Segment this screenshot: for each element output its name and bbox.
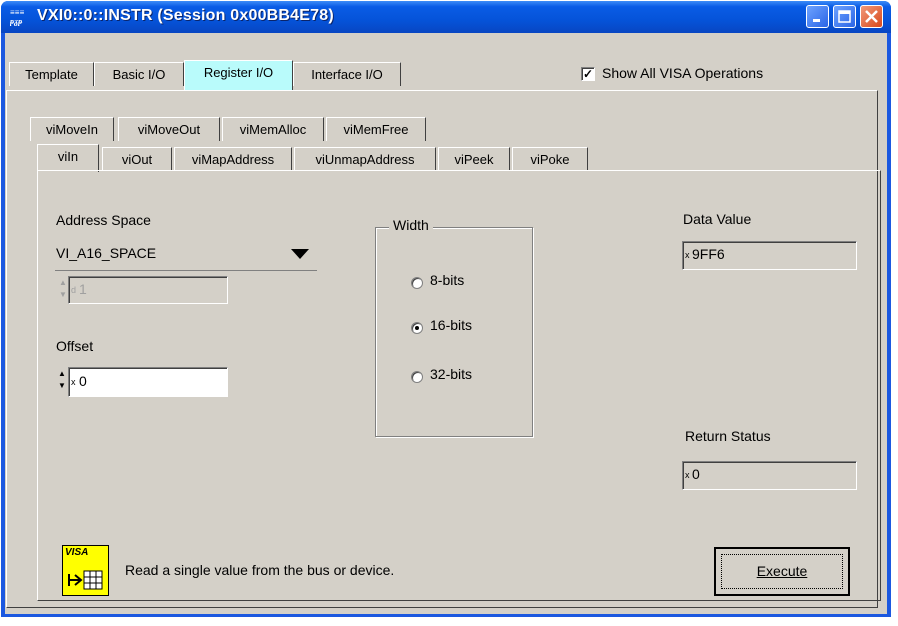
tab-vimovein[interactable]: viMoveIn xyxy=(30,117,114,141)
tab-vipoke[interactable]: viPoke xyxy=(512,147,588,171)
width-field-radix: d xyxy=(71,285,77,295)
radio-16-bits[interactable] xyxy=(411,322,423,334)
offset-spinner[interactable]: ▲ ▼ xyxy=(56,368,68,396)
minimize-icon xyxy=(813,19,820,22)
width-field: d 1 xyxy=(68,276,228,304)
offset-value: 0 xyxy=(79,373,87,389)
show-all-checkbox[interactable]: ✓ xyxy=(581,67,595,81)
offset-radix: x xyxy=(71,377,76,387)
offset-label: Offset xyxy=(56,338,94,354)
focus-rect xyxy=(721,554,843,589)
tab-vipeek[interactable]: viPeek xyxy=(438,147,510,171)
return-status-text: 0 xyxy=(692,466,700,482)
return-status-label: Return Status xyxy=(685,428,771,444)
radio-16-bits-label: 16-bits xyxy=(430,317,473,333)
address-space-label: Address Space xyxy=(56,212,151,228)
chevron-down-icon xyxy=(291,249,309,259)
data-value-label: Data Value xyxy=(683,211,752,227)
width-field-value: 1 xyxy=(79,281,87,297)
title-bar[interactable]: ≡≡≡ ᵽᵹᵽ VXI0::0::INSTR (Session 0x00BB4E… xyxy=(1,1,891,33)
data-value-text: 9FF6 xyxy=(692,246,725,262)
window-title: VXI0::0::INSTR (Session 0x00BB4E78) xyxy=(37,7,334,24)
operation-description: Read a single value from the bus or devi… xyxy=(125,562,395,578)
execute-button[interactable]: Execute xyxy=(714,547,850,596)
radio-8-bits[interactable] xyxy=(411,277,423,289)
tab-viin[interactable]: viIn xyxy=(37,144,99,172)
data-value-radix: x xyxy=(685,250,690,260)
radio-8-bits-label: 8-bits xyxy=(430,272,465,288)
radio-32-bits-label: 32-bits xyxy=(430,366,473,382)
tab-viout[interactable]: viOut xyxy=(102,147,172,171)
maximize-button[interactable] xyxy=(833,5,856,28)
tab-vimapaddress[interactable]: viMapAddress xyxy=(174,147,292,171)
tab-basic-io[interactable]: Basic I/O xyxy=(94,62,184,86)
visa-logo-text: VISA xyxy=(65,547,89,558)
close-icon xyxy=(865,10,878,23)
address-space-value: VI_A16_SPACE xyxy=(56,245,157,261)
width-group-label: Width xyxy=(389,217,433,233)
tab-vimemalloc[interactable]: viMemAlloc xyxy=(222,117,324,141)
radio-32-bits[interactable] xyxy=(411,371,423,383)
show-all-label: Show All VISA Operations xyxy=(602,65,764,81)
return-status-radix: x xyxy=(685,470,690,480)
close-button[interactable] xyxy=(860,5,883,28)
offset-input[interactable]: x 0 xyxy=(68,367,228,397)
address-space-select[interactable]: VI_A16_SPACE xyxy=(55,240,317,271)
tab-register-io[interactable]: Register I/O xyxy=(184,60,293,90)
checkmark-icon: ✓ xyxy=(582,67,594,81)
return-status-field: x 0 xyxy=(682,461,857,490)
tab-interface-io[interactable]: Interface I/O xyxy=(293,62,401,86)
register-read-icon xyxy=(68,570,103,590)
tab-vimoveout[interactable]: viMoveOut xyxy=(118,117,220,141)
svg-text:ᵽᵹᵽ: ᵽᵹᵽ xyxy=(10,17,23,26)
tab-viunmapaddress[interactable]: viUnmapAddress xyxy=(294,147,436,171)
tab-vimemfree[interactable]: viMemFree xyxy=(326,117,426,141)
data-value-field: x 9FF6 xyxy=(682,241,857,270)
maximize-icon xyxy=(838,10,851,23)
minimize-button[interactable] xyxy=(806,5,829,28)
tab-template[interactable]: Template xyxy=(9,62,94,86)
app-icon: ≡≡≡ ᵽᵹᵽ xyxy=(9,8,32,26)
visa-operation-icon: VISA xyxy=(62,545,109,596)
